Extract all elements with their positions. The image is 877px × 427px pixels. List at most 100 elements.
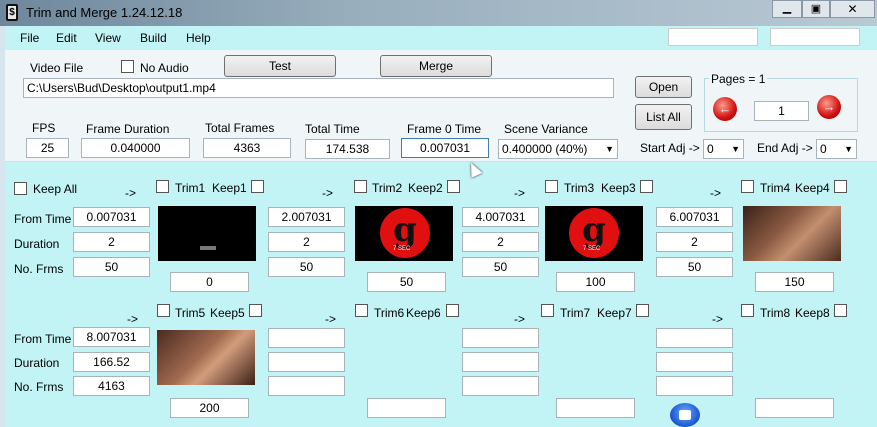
trim1-checkbox[interactable]	[156, 180, 169, 193]
trim5-thumbnail[interactable]	[157, 330, 255, 385]
trim3-frame-field[interactable]: 100	[556, 272, 635, 292]
trim8-checkbox[interactable]	[741, 304, 754, 317]
seg8-frames-field[interactable]	[656, 376, 733, 396]
seg5-duration-field[interactable]: 166.52	[73, 352, 150, 372]
seg3-duration-field[interactable]: 2	[462, 232, 539, 252]
trim4-frame-field[interactable]: 150	[755, 272, 834, 292]
total-time-field[interactable]: 174.538	[305, 139, 390, 159]
stop-icon[interactable]	[670, 403, 700, 427]
keep2-checkbox[interactable]	[447, 180, 460, 193]
no-audio-checkbox[interactable]	[121, 60, 134, 73]
seg3-frames-field[interactable]: 50	[462, 257, 539, 277]
menu-view[interactable]: View	[95, 31, 121, 45]
seg2-from-field[interactable]: 2.007031	[268, 207, 345, 227]
trim7-frame-field[interactable]	[556, 398, 635, 418]
seg7-from-field[interactable]	[462, 328, 539, 348]
trim6-frame-field[interactable]	[367, 398, 446, 418]
keep8-checkbox[interactable]	[834, 304, 847, 317]
prev-page-icon[interactable]: ←	[713, 97, 737, 121]
seg1-from-field[interactable]: 0.007031	[73, 207, 150, 227]
seg8-from-field[interactable]	[656, 328, 733, 348]
minimize-button[interactable]: ▁	[772, 0, 802, 18]
seg1-duration-field[interactable]: 2	[73, 232, 150, 252]
maximize-button[interactable]: ▣	[802, 0, 830, 18]
duration-label-2: Duration	[14, 356, 60, 370]
keep7-checkbox[interactable]	[636, 304, 649, 317]
trim6-checkbox[interactable]	[355, 304, 368, 317]
seg5-frames-field[interactable]: 4163	[73, 376, 150, 396]
total-frames-field[interactable]: 4363	[203, 138, 291, 158]
end-adj-dropdown[interactable]: 0 ▼	[816, 139, 857, 159]
total-time-label: Total Time	[305, 122, 360, 136]
frame-duration-field[interactable]: 0.040000	[81, 138, 190, 158]
seg2-duration-field[interactable]: 2	[268, 232, 345, 252]
keep3-label: Keep3	[601, 181, 636, 195]
seg7-frames-field[interactable]	[462, 376, 539, 396]
seg3-from-field[interactable]: 4.007031	[462, 207, 539, 227]
keep5-checkbox[interactable]	[249, 304, 262, 317]
scene-variance-value: 0.400000 (40%)	[502, 142, 588, 156]
thumb-caption: 7 SEC	[393, 246, 411, 252]
menu-file[interactable]: File	[20, 31, 39, 45]
keep-all-label: Keep All	[33, 182, 78, 196]
seg6-duration-field[interactable]	[268, 352, 345, 372]
trim7-checkbox[interactable]	[541, 304, 554, 317]
seg2-frames-field[interactable]: 50	[268, 257, 345, 277]
keep5-label: Keep5	[210, 306, 245, 320]
frame0-label: Frame 0 Time	[407, 122, 482, 136]
keep6-checkbox[interactable]	[446, 304, 459, 317]
trim3-checkbox[interactable]	[545, 180, 558, 193]
scene-variance-dropdown[interactable]: 0.400000 (40%) ▼	[498, 139, 618, 159]
keep-all-checkbox[interactable]	[14, 182, 27, 195]
open-button[interactable]: Open	[635, 76, 692, 98]
frame0-field[interactable]: 0.007031	[401, 138, 489, 158]
trim4-thumbnail[interactable]	[743, 206, 841, 261]
trim2-checkbox[interactable]	[354, 180, 367, 193]
start-adj-dropdown[interactable]: 0 ▼	[703, 139, 744, 159]
seg5-from-field[interactable]: 8.007031	[73, 327, 150, 347]
trim4-checkbox[interactable]	[741, 180, 754, 193]
seg4-frames-field[interactable]: 50	[656, 257, 733, 277]
menu-help[interactable]: Help	[186, 31, 211, 45]
keep4-checkbox[interactable]	[834, 180, 847, 193]
from-time-label-2: From Time	[14, 332, 72, 346]
seg1-frames-field[interactable]: 50	[73, 257, 150, 277]
trim8-label: Trim8	[760, 306, 791, 320]
trim1-thumbnail[interactable]	[158, 206, 256, 261]
video-path-input[interactable]: C:\Users\Bud\Desktop\output1.mp4	[23, 78, 614, 98]
test-button[interactable]: Test	[224, 55, 336, 77]
chevron-down-icon: ▼	[731, 144, 740, 154]
seg8-duration-field[interactable]	[656, 352, 733, 372]
menu-edit[interactable]: Edit	[56, 31, 77, 45]
trim3-label: Trim3	[564, 181, 595, 195]
page-number-input[interactable]: 1	[754, 101, 809, 121]
fps-field[interactable]: 25	[26, 138, 69, 158]
seg6-frames-field[interactable]	[268, 376, 345, 396]
list-all-button[interactable]: List All	[635, 104, 692, 130]
keep4-label: Keep4	[795, 181, 830, 195]
seg4-duration-field[interactable]: 2	[656, 232, 733, 252]
next-page-icon[interactable]: →	[817, 95, 841, 119]
keep3-checkbox[interactable]	[640, 180, 653, 193]
title-bar: $ Trim and Merge 1.24.12.18 ▁ ▣ ✕	[0, 0, 877, 26]
arrow-8: ->	[712, 312, 724, 326]
close-button[interactable]: ✕	[830, 0, 875, 18]
merge-button[interactable]: Merge	[380, 55, 492, 77]
duration-label: Duration	[14, 237, 60, 251]
seg4-from-field[interactable]: 6.007031	[656, 207, 733, 227]
keep2-label: Keep2	[408, 181, 443, 195]
menu-field-2[interactable]	[770, 28, 860, 46]
trim5-frame-field[interactable]: 200	[170, 398, 249, 418]
trim1-frame-field[interactable]: 0	[170, 272, 249, 292]
seg6-from-field[interactable]	[268, 328, 345, 348]
trim3-thumbnail[interactable]: g 7 SEC	[545, 206, 643, 261]
trim4-label: Trim4	[760, 181, 791, 195]
trim2-thumbnail[interactable]: g 7 SEC	[355, 206, 453, 261]
seg7-duration-field[interactable]	[462, 352, 539, 372]
trim5-checkbox[interactable]	[157, 304, 170, 317]
menu-build[interactable]: Build	[140, 31, 167, 45]
menu-field-1[interactable]	[668, 28, 758, 46]
keep1-checkbox[interactable]	[251, 180, 264, 193]
trim2-frame-field[interactable]: 50	[367, 272, 446, 292]
trim8-frame-field[interactable]	[755, 398, 834, 418]
